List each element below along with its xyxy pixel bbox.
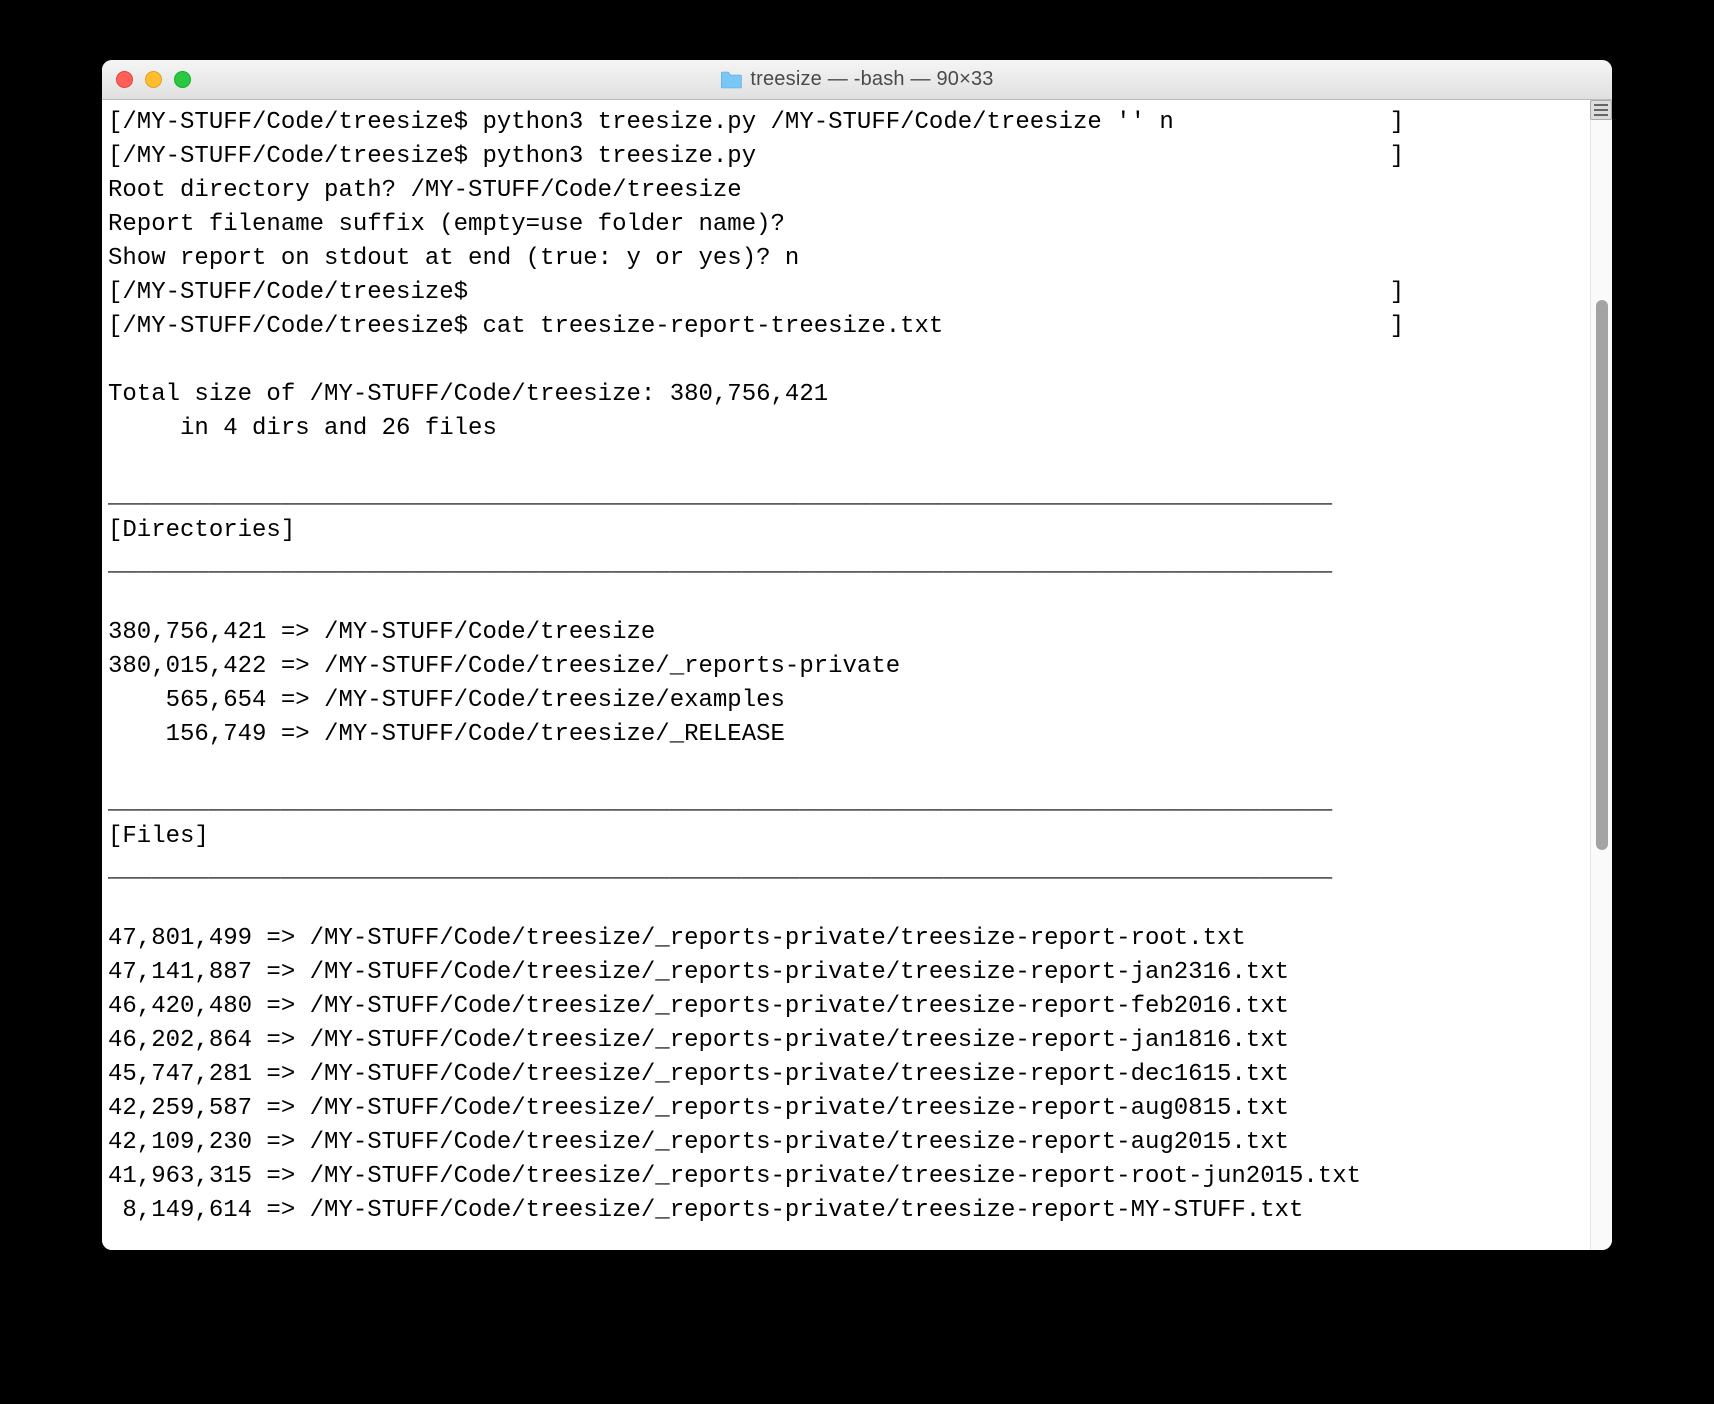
folder-icon xyxy=(720,71,742,89)
scroll-thumb[interactable] xyxy=(1596,300,1608,850)
window-controls xyxy=(102,71,191,88)
window-title-text: treesize — -bash — 90×33 xyxy=(750,68,993,91)
terminal-body: [/MY-STUFF/Code/treesize$ python3 treesi… xyxy=(102,100,1612,1250)
close-button[interactable] xyxy=(116,71,133,88)
titlebar[interactable]: treesize — -bash — 90×33 xyxy=(102,60,1612,100)
zoom-button[interactable] xyxy=(174,71,191,88)
terminal-output[interactable]: [/MY-STUFF/Code/treesize$ python3 treesi… xyxy=(102,100,1590,1250)
scrollbar[interactable] xyxy=(1590,100,1612,1250)
terminal-window: treesize — -bash — 90×33 [/MY-STUFF/Code… xyxy=(102,60,1612,1250)
minimize-button[interactable] xyxy=(145,71,162,88)
window-title: treesize — -bash — 90×33 xyxy=(720,68,993,91)
scroll-toggle-icon[interactable] xyxy=(1590,100,1612,120)
